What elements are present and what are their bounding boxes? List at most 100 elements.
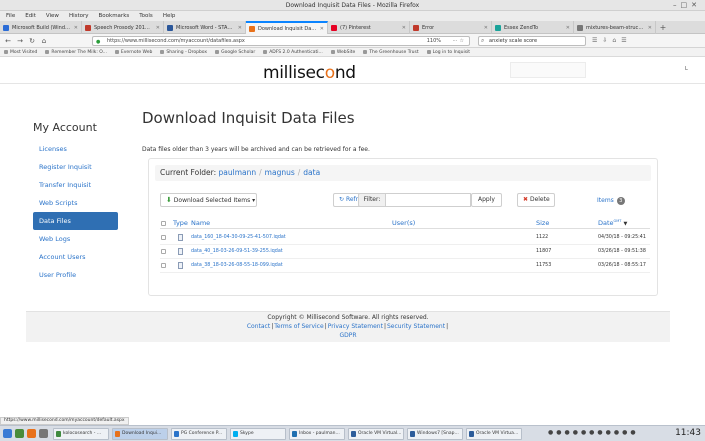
url-text: https://www.millisecond.com/myaccount/da…	[107, 38, 245, 44]
taskbar-window[interactable]: Windows7 [Snap...	[407, 428, 463, 440]
sidebar-item-user-profile[interactable]: User Profile	[33, 266, 118, 284]
taskbar-window[interactable]: PG Conference P...	[171, 428, 227, 440]
footer-link-terms[interactable]: Terms of Service	[274, 323, 323, 330]
start-menu-icon[interactable]	[3, 429, 12, 438]
row-checkbox[interactable]	[161, 263, 166, 268]
col-name[interactable]: Name	[191, 219, 210, 227]
file-icon	[178, 262, 183, 269]
site-logo[interactable]: millisecond	[263, 63, 356, 83]
reload-icon[interactable]: ↻	[27, 36, 37, 46]
row-checkbox[interactable]	[161, 235, 166, 240]
site-search-box[interactable]	[510, 62, 586, 78]
new-tab-icon[interactable]: +	[656, 21, 670, 33]
close-tab-icon[interactable]: ✕	[156, 25, 160, 31]
bookmark-item[interactable]: Google Scholar	[215, 50, 255, 55]
browser-tab[interactable]: Microsoft Word - STAND-1 ✕	[164, 21, 246, 34]
taskbar-window[interactable]: Oracle VM Virtua...	[466, 428, 522, 440]
taskbar-app-icon	[233, 431, 238, 437]
forward-icon[interactable]: →	[15, 36, 25, 46]
browser-tab[interactable]: (7) Pinterest ✕	[328, 21, 410, 34]
sidebar-item-account-users[interactable]: Account Users	[33, 248, 118, 266]
bookmark-item[interactable]: Log in to Inquisit	[426, 50, 470, 55]
menu-edit[interactable]: Edit	[25, 13, 36, 19]
file-name-link[interactable]: data_40_18-03-26-09-51-39-255.iqdat	[191, 249, 283, 254]
home-icon[interactable]: ⌂	[39, 36, 49, 46]
sidebar-item-register-inquisit[interactable]: Register Inquisit	[33, 158, 118, 176]
filter-label: Filter:	[358, 193, 385, 207]
search-bar[interactable]: ⌕ anxiety scale score	[478, 36, 586, 46]
clock[interactable]: 11:43	[675, 428, 701, 438]
refresh-icon: ↻	[339, 196, 345, 203]
taskbar-window[interactable]: Inbox - paulman...	[289, 428, 345, 440]
sidebar-item-web-logs[interactable]: Web Logs	[33, 230, 118, 248]
bookmark-item[interactable]: The Greenhouse Trust	[363, 50, 419, 55]
taskbar-window[interactable]: Download Inqui...	[112, 428, 168, 440]
zoom-level[interactable]: 110%	[427, 37, 441, 45]
apply-button[interactable]: Apply	[471, 193, 502, 207]
menu-view[interactable]: View	[46, 13, 59, 19]
file-name-link[interactable]: data_160_18-04-30-09-25-41-507.iqdat	[191, 235, 286, 240]
download-selected-button[interactable]: ⬇ Download Selected Items ▾	[160, 193, 257, 207]
bookmark-item[interactable]: Sharing - Dropbox	[160, 50, 207, 55]
terminal-icon[interactable]	[39, 429, 48, 438]
file-name-link[interactable]: data_38_18-03-26-08-55-18-099.iqdat	[191, 263, 283, 268]
close-tab-icon[interactable]: ✕	[402, 25, 406, 31]
file-manager-icon[interactable]	[15, 429, 24, 438]
bookmark-item[interactable]: Remember The Milk: O...	[45, 50, 107, 55]
browser-tab[interactable]: Error ✕	[410, 21, 492, 34]
menu-help[interactable]: Help	[163, 13, 176, 19]
url-bar[interactable]: ● https://www.millisecond.com/myaccount/…	[92, 36, 470, 46]
footer-link-privacy[interactable]: Privacy Statement	[328, 323, 383, 330]
browser-tab[interactable]: mixtures-beam-structure.pdf✕	[574, 21, 656, 34]
col-type[interactable]: Type	[173, 219, 188, 227]
col-date[interactable]: DateGMT ▼	[598, 219, 627, 227]
taskbar-window[interactable]: Oracle VM Virtual...	[348, 428, 404, 440]
close-tab-icon[interactable]: ✕	[74, 25, 78, 31]
taskbar-window[interactable]: kolocosearch - ...	[53, 428, 109, 440]
menu-file[interactable]: File	[6, 13, 15, 19]
bookmark-star-icon[interactable]: ⋯☆	[453, 37, 466, 45]
sidebar-item-web-scripts[interactable]: Web Scripts	[33, 194, 118, 212]
browser-tab[interactable]: Microsoft Build (Window... ✕	[0, 21, 82, 34]
browser-tab[interactable]: Essex ZendTo ✕	[492, 21, 574, 34]
sidebar-item-licenses[interactable]: Licenses	[33, 140, 118, 158]
menu-tools[interactable]: Tools	[139, 13, 153, 19]
bookmark-item[interactable]: Most Visited	[4, 50, 37, 55]
row-checkbox[interactable]	[161, 249, 166, 254]
window-controls[interactable]: –□✕	[673, 1, 701, 9]
lock-icon: ●	[96, 39, 101, 45]
taskbar-app-icon	[410, 431, 415, 437]
taskbar-window[interactable]: Skype	[230, 428, 286, 440]
col-users[interactable]: User(s)	[392, 219, 415, 227]
select-all-checkbox[interactable]	[161, 221, 166, 226]
bookmark-item[interactable]: Evernote Web	[114, 50, 152, 55]
system-tray[interactable]: ●●●●●●●●●●●	[548, 429, 639, 436]
browser-tab[interactable]: Download Inquisit Data Fi ✕	[246, 21, 328, 34]
filter-input[interactable]	[385, 193, 471, 207]
close-tab-icon[interactable]: ✕	[238, 25, 242, 31]
sidebar-toggle-icon[interactable]: L	[685, 66, 688, 72]
close-tab-icon[interactable]: ✕	[320, 26, 324, 32]
bookmark-favicon-icon	[330, 50, 335, 54]
breadcrumb-paulmann[interactable]: paulmann	[219, 168, 257, 177]
firefox-icon[interactable]	[27, 429, 36, 438]
sidebar-item-data-files[interactable]: Data Files	[33, 212, 118, 230]
toolbar-icons[interactable]: ☰⇩⌂☰	[592, 37, 632, 44]
col-size[interactable]: Size	[536, 219, 549, 227]
back-icon[interactable]: ←	[3, 36, 13, 46]
sidebar-item-transfer-inquisit[interactable]: Transfer Inquisit	[33, 176, 118, 194]
footer-link-security[interactable]: Security Statement	[387, 323, 445, 330]
breadcrumb-data[interactable]: data	[303, 168, 320, 177]
delete-button[interactable]: ✖ Delete	[517, 193, 555, 207]
footer-link-gdpr[interactable]: GDPR	[339, 332, 356, 339]
menu-history[interactable]: History	[69, 13, 89, 19]
close-tab-icon[interactable]: ✕	[566, 25, 570, 31]
breadcrumb-magnus[interactable]: magnus	[265, 168, 295, 177]
menu-bookmarks[interactable]: Bookmarks	[99, 13, 130, 19]
bookmark-item[interactable]: WebSite	[330, 50, 355, 55]
close-tab-icon[interactable]: ✕	[484, 25, 488, 31]
close-tab-icon[interactable]: ✕	[648, 25, 652, 31]
bookmark-item[interactable]: ADFS 2.0 Authenticati...	[263, 50, 323, 55]
footer-link-contact[interactable]: Contact	[247, 323, 270, 330]
browser-tab[interactable]: Speech Prosody 2018 - Ro✕	[82, 21, 164, 34]
